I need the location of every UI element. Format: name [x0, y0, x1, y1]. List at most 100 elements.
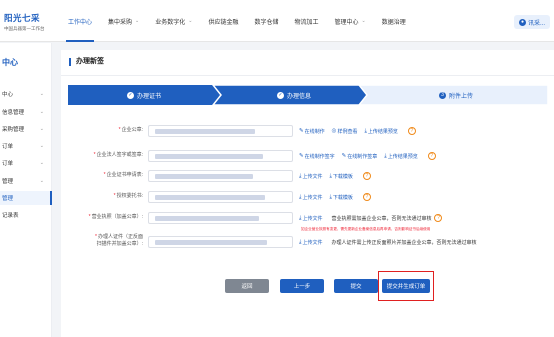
file-field[interactable]: [148, 191, 293, 203]
upload-icon: ⤓: [299, 172, 302, 179]
action-label: 上传结果预览: [387, 153, 418, 160]
upload-icon: ⤓: [299, 193, 302, 200]
sidebar-item-4[interactable]: 订单 ⌄: [0, 156, 52, 170]
action-label: 上传文件: [302, 194, 323, 201]
action-link[interactable]: ⤓ 上传文件: [299, 215, 322, 222]
file-field[interactable]: [148, 170, 293, 182]
main-nav: 工作中心 集中采购 ⌄ 业务数字化 ⌄ 供应链金融 数字仓储 物流加工 管理中心 ⌄ 数据治理: [60, 0, 414, 42]
help-icon[interactable]: ?: [427, 152, 436, 160]
brand-logo[interactable]: 阳光七采 中国兵器第一工作台: [4, 12, 45, 32]
download-icon: ⤓: [329, 193, 332, 200]
file-field[interactable]: [148, 236, 293, 248]
action-label: 上传文件: [302, 239, 323, 246]
step-2: ✓ 办理信息: [218, 85, 370, 105]
action-link[interactable]: ⤓ 上传文件: [299, 239, 322, 246]
action-label: 上传结果预览: [367, 128, 398, 135]
field-label-text: 企业证书申请表:: [106, 172, 143, 178]
preview-icon: ◎: [331, 128, 337, 134]
nav-item-label: 数据治理: [381, 19, 406, 26]
file-field[interactable]: [148, 212, 293, 224]
upload-icon: ⤓: [299, 238, 302, 245]
sidebar-item-2[interactable]: 采购管理 ⌄: [0, 122, 52, 136]
submit-button[interactable]: 提交: [334, 279, 378, 293]
nav-item-1[interactable]: 集中采购 ⌄: [100, 0, 147, 42]
step-1-check-icon: ✓: [126, 91, 134, 99]
step-2-label: 办理信息: [286, 93, 311, 100]
field-label: *办理人证件（正反面扫描件并加盖公章）:: [91, 234, 143, 248]
action-label: 上传文件: [302, 173, 323, 180]
help-icon[interactable]: ?: [362, 193, 371, 201]
help-icon[interactable]: ?: [362, 172, 371, 180]
redacted-filename: [155, 216, 259, 221]
step-1-label: 办理证书: [136, 93, 161, 100]
action-label: 样例查看: [337, 128, 358, 135]
nav-item-4[interactable]: 数字仓储: [246, 0, 286, 42]
action-link[interactable]: ⤓ 上传结果预览: [364, 128, 397, 135]
nav-item-0[interactable]: 工作中心: [60, 0, 100, 42]
nav-item-6[interactable]: 管理中心 ⌄: [327, 0, 374, 42]
nav-item-label: 供应链金融: [208, 19, 239, 26]
help-icon[interactable]: ?: [407, 127, 416, 135]
back-button[interactable]: 返回: [225, 279, 269, 293]
nav-item-7[interactable]: 数据治理: [374, 0, 414, 42]
redacted-filename: [155, 195, 265, 200]
user-menu-button[interactable]: ● 讯采...: [513, 15, 550, 29]
redacted-filename: [155, 129, 255, 134]
nav-item-label: 业务数字化: [155, 19, 186, 26]
action-link[interactable]: ◎ 样例查看: [332, 128, 358, 135]
nav-item-label: 数字仓储: [254, 19, 279, 26]
upload-icon: ⤓: [364, 127, 367, 134]
step-1: ✓ 办理证书: [68, 85, 220, 105]
action-link[interactable]: ✎ 在线制作签字: [299, 153, 335, 160]
sidebar-item-6[interactable]: 管理: [0, 191, 52, 205]
sidebar-item-5[interactable]: 管理 ⌄: [0, 174, 52, 188]
prev-step-button[interactable]: 上一步: [280, 279, 324, 293]
action-link[interactable]: ⤓ 上传结果预览: [384, 153, 417, 160]
action-link[interactable]: ⤓ 上传文件: [299, 173, 322, 180]
sidebar-item-label: 管理: [2, 179, 14, 185]
field-note: 营业执照需加盖企业公章，否则无法通过审核: [331, 215, 432, 222]
nav-item-3[interactable]: 供应链金融: [200, 0, 246, 42]
nav-item-5[interactable]: 物流加工: [286, 0, 326, 42]
file-field[interactable]: [148, 150, 293, 162]
sidebar-item-1[interactable]: 信息管理 ⌄: [0, 105, 52, 119]
edit-icon: ✎: [299, 153, 304, 159]
redacted-filename: [155, 154, 263, 159]
required-mark: *: [113, 193, 116, 199]
sidebar-title: 中心: [2, 58, 18, 67]
main-panel: 办理新签 ✓ 办理证书 ✓ 办理信息 3 附件上传 *企业公章: ✎ 在线制作 ◎ 样例…: [61, 50, 554, 337]
file-field[interactable]: [148, 125, 293, 137]
required-mark: *: [93, 152, 96, 158]
action-link[interactable]: ⤓ 下载模板: [329, 194, 352, 201]
action-link[interactable]: ⤓ 上传文件: [299, 194, 322, 201]
action-link[interactable]: ✎ 在线制作: [299, 128, 325, 135]
edit-icon: ✎: [299, 128, 304, 134]
download-icon: ⤓: [329, 172, 332, 179]
field-label-text: 办理人证件（正反面扫描件并加盖公章）:: [96, 234, 143, 247]
chevron-down-icon: ⌄: [39, 178, 44, 184]
chevron-down-icon: ⌄: [361, 18, 366, 24]
sidebar-item-3[interactable]: 订单 ⌄: [0, 139, 52, 153]
field-label: *企业证书申请表:: [104, 172, 143, 179]
nav-item-label: 管理中心: [334, 19, 359, 26]
field-label-text: 授权委托书:: [116, 193, 143, 199]
action-link[interactable]: ✎ 在线制作签章: [342, 153, 378, 160]
brand-name: 阳光七采: [4, 13, 41, 23]
required-mark: *: [103, 172, 106, 178]
chevron-down-icon: ⌄: [39, 160, 44, 166]
sidebar-item-label: 记录表: [2, 213, 19, 219]
sidebar-item-label: 信息管理: [2, 110, 25, 116]
sidebar-item-0[interactable]: 中心 ⌄: [0, 87, 52, 101]
required-mark: *: [118, 127, 121, 133]
action-link[interactable]: ⤓ 下载模板: [329, 173, 352, 180]
nav-item-label: 集中采购: [108, 19, 133, 26]
action-label: 在线制作: [304, 128, 325, 135]
sidebar-item-label: 订单: [2, 161, 14, 167]
action-label: 下载模板: [332, 194, 353, 201]
user-menu-label: 讯采...: [527, 20, 545, 27]
help-icon[interactable]: ?: [434, 214, 443, 222]
field-label-text: 企业公章:: [121, 127, 143, 133]
field-actions: ✎ 在线制作 ◎ 样例查看 ⤓ 上传结果预览?: [299, 125, 416, 137]
nav-item-2[interactable]: 业务数字化 ⌄: [147, 0, 200, 42]
sidebar-item-7[interactable]: 记录表: [0, 208, 52, 222]
